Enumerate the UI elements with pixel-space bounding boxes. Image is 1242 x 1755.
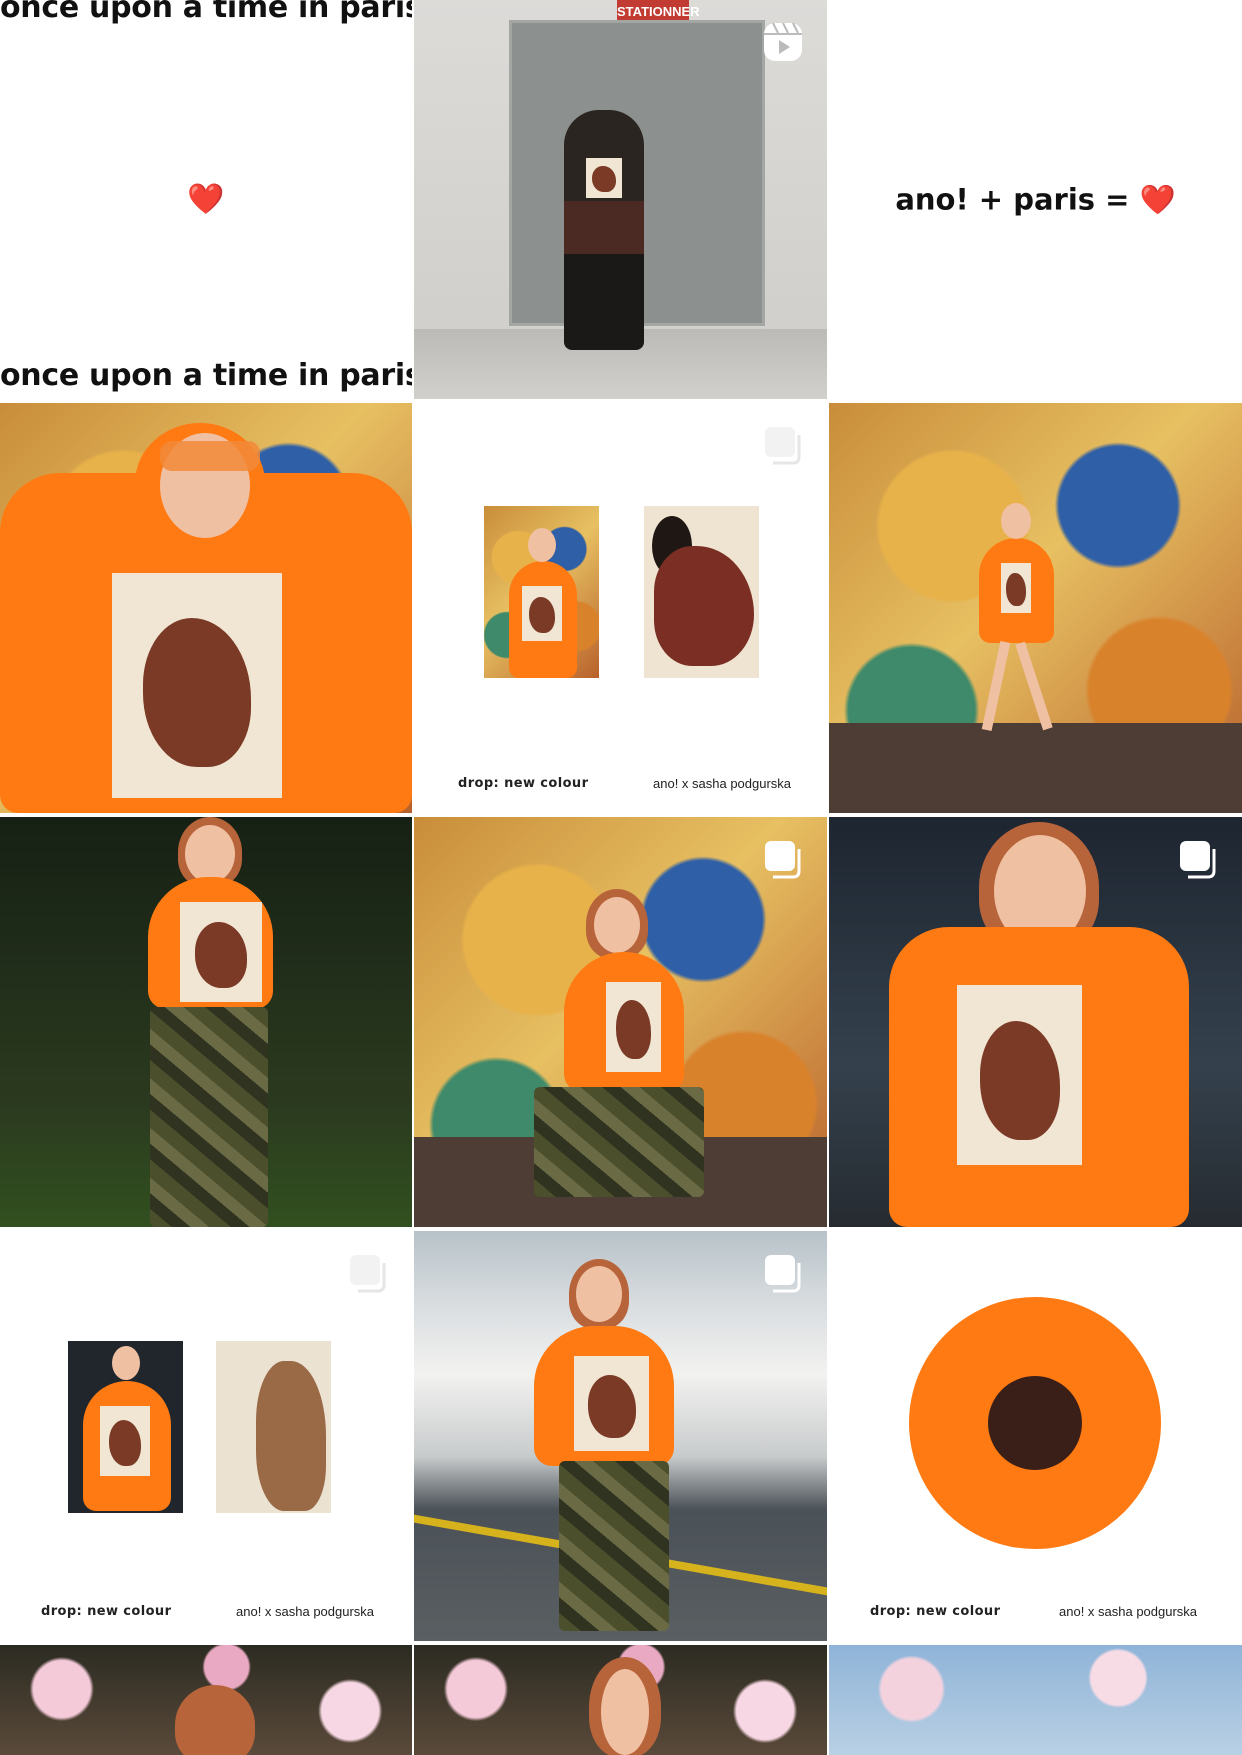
collage-photo-left (484, 506, 599, 678)
post-tile-9[interactable] (829, 817, 1242, 1227)
post-footer-text: once upon a time in paris (0, 358, 412, 393)
heart-emoji: ❤️ (1139, 182, 1176, 216)
collage-photo-right (644, 506, 759, 678)
orange-circle-graphic (909, 1297, 1161, 1549)
post-tile-3[interactable]: ano! + paris = ❤️ (829, 0, 1242, 399)
profile-post-grid: once upon a time in paris ❤️ once upon a… (0, 0, 1242, 1755)
post-tile-4[interactable] (0, 403, 412, 813)
post-tile-8[interactable] (414, 817, 827, 1227)
post-tile-5[interactable]: drop: new colour ano! x sasha podgurska (414, 403, 827, 813)
post-tile-6[interactable] (829, 403, 1242, 813)
post-photo (0, 817, 412, 1227)
post-tile-2[interactable]: STATIONNER (414, 0, 827, 399)
post-headline: once upon a time in paris (0, 0, 412, 25)
collage-caption-right: ano! x sasha podgurska (236, 1604, 375, 1619)
carousel-icon (761, 423, 805, 467)
model-figure (564, 110, 644, 350)
post-photo (829, 403, 1242, 813)
carousel-icon (1176, 837, 1220, 881)
collage-photo-left (68, 1341, 183, 1513)
collage-caption-left: drop: new colour (458, 776, 589, 791)
post-tile-1[interactable]: once upon a time in paris ❤️ once upon a… (0, 0, 412, 399)
dark-center-dot (988, 1376, 1082, 1470)
collage-caption-right: ano! x sasha podgurska (653, 776, 792, 791)
reel-icon (761, 20, 805, 64)
post-equation: ano! + paris = ❤️ (895, 182, 1176, 216)
collage-caption-left: drop: new colour (41, 1604, 172, 1619)
post-photo (0, 403, 412, 813)
post-tile-12[interactable]: drop: new colour ano! x sasha podgurska (829, 1231, 1242, 1641)
carousel-icon (761, 1251, 805, 1295)
collage-caption-left: drop: new colour (870, 1604, 1001, 1619)
carousel-icon (761, 837, 805, 881)
collage-caption-right: ano! x sasha podgurska (1059, 1604, 1198, 1619)
post-tile-11[interactable] (414, 1231, 827, 1641)
collage-photo-right (216, 1341, 331, 1513)
heart-emoji: ❤️ (187, 182, 225, 216)
carousel-icon (346, 1251, 390, 1295)
post-tile-7[interactable] (0, 817, 412, 1227)
post-tile-10[interactable]: drop: new colour ano! x sasha podgurska (0, 1231, 412, 1641)
